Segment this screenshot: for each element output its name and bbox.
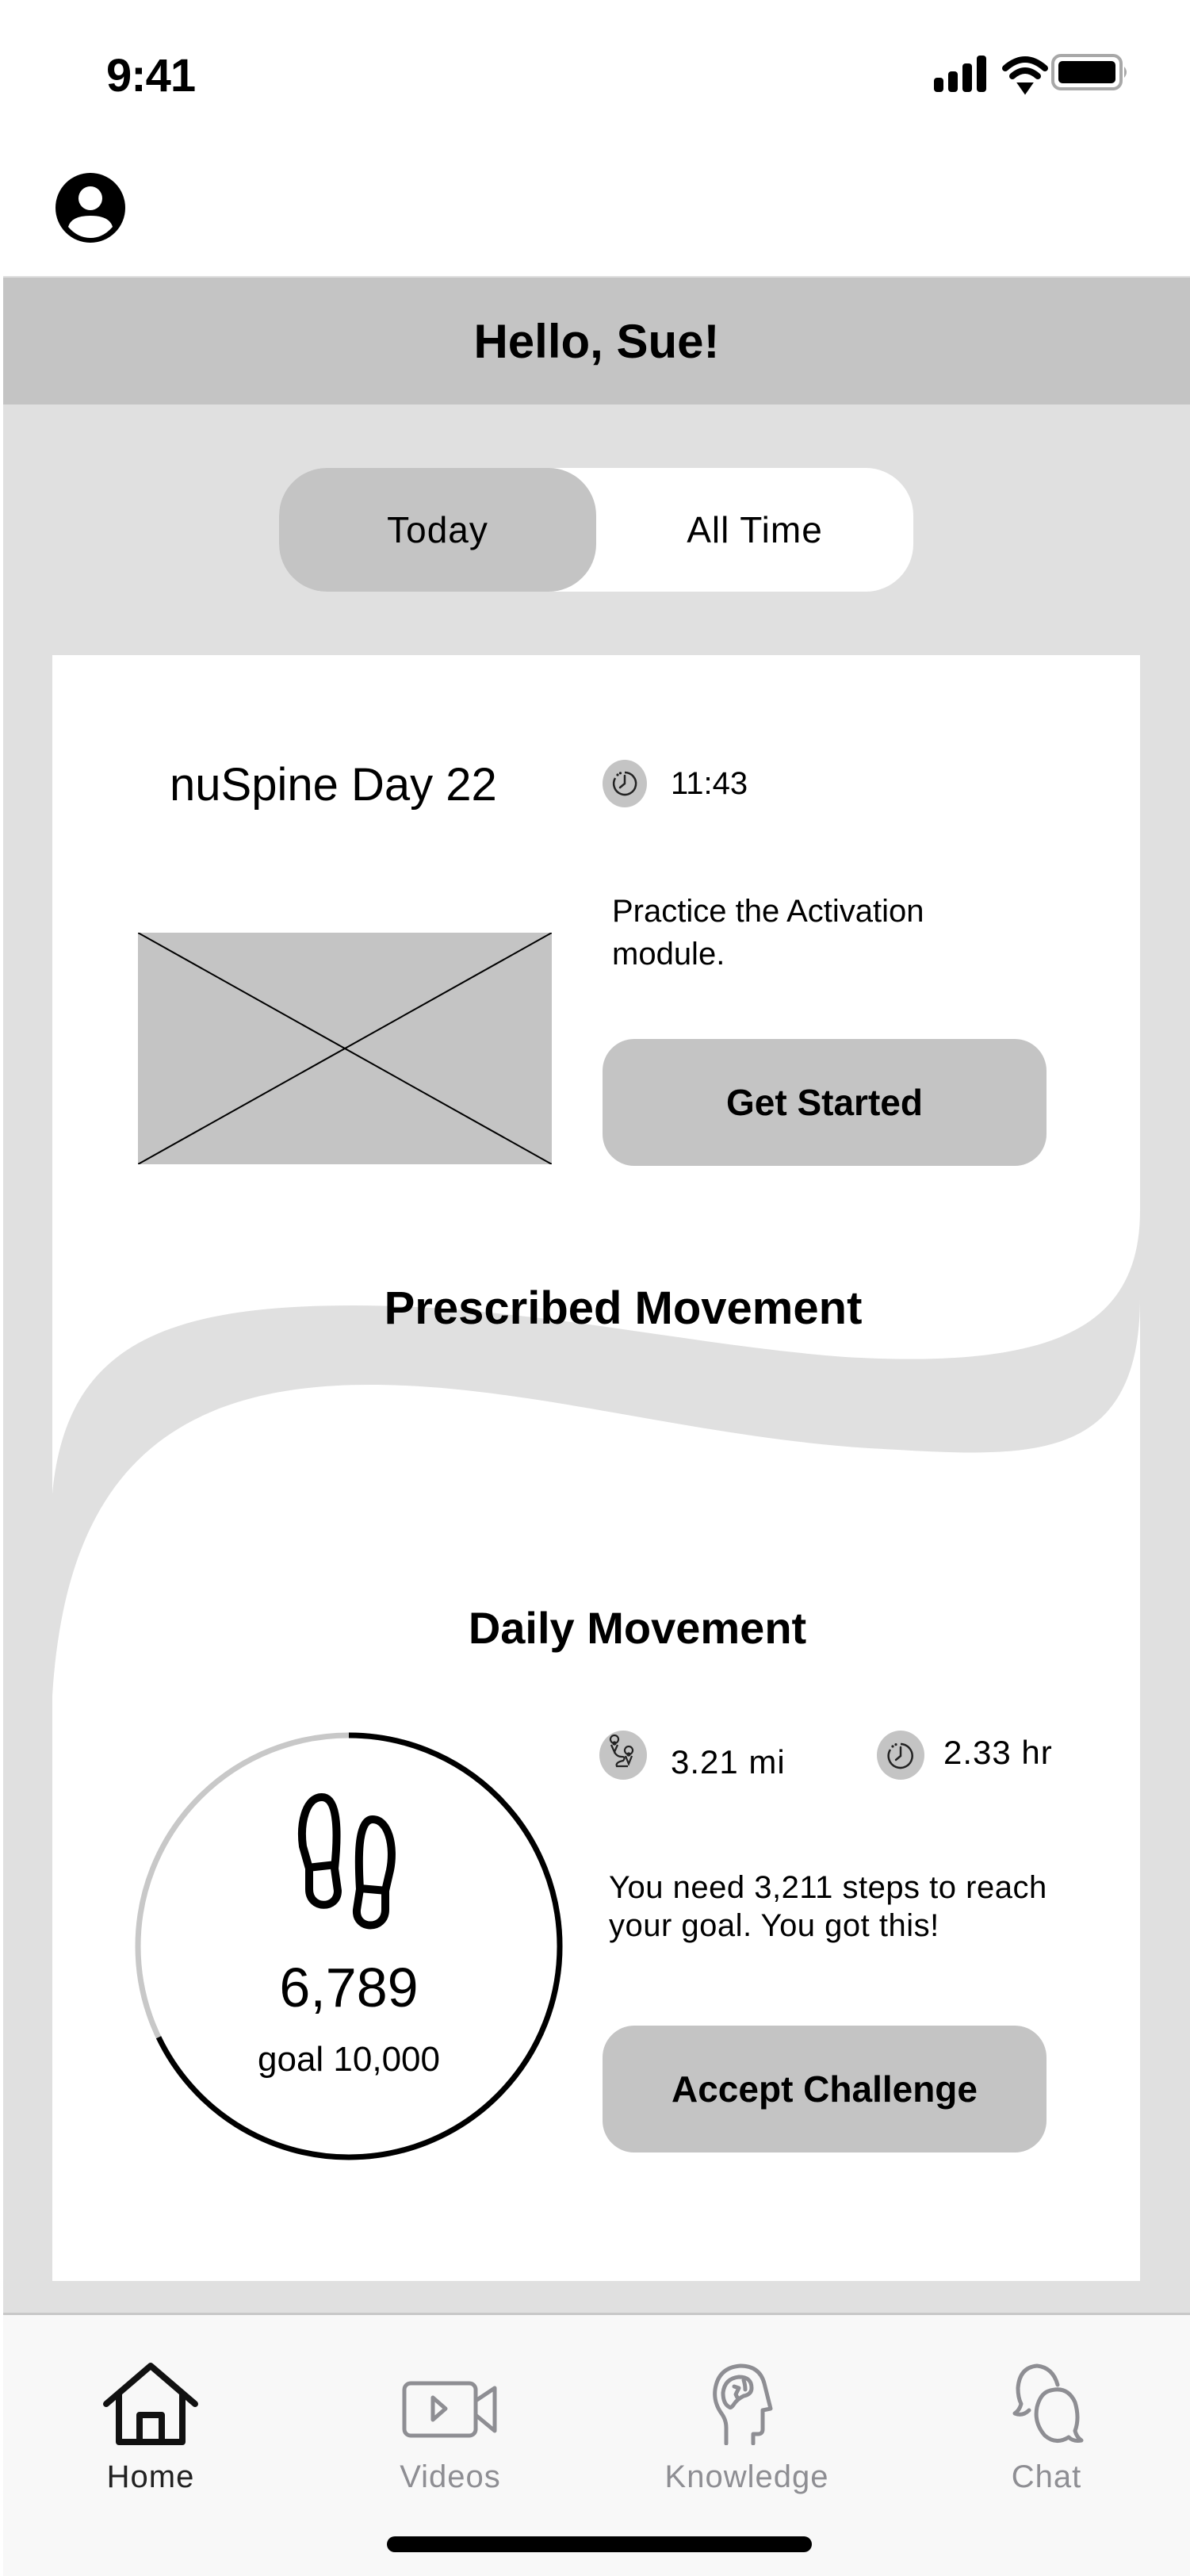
daily-movement-title: Daily Movement — [468, 1603, 807, 1653]
chat-bubbles-icon — [1012, 2363, 1084, 2443]
home-icon — [103, 2363, 198, 2445]
profile-avatar-button[interactable] — [55, 173, 125, 243]
video-camera-icon — [402, 2381, 497, 2438]
cellular-signal-icon — [934, 56, 986, 92]
brain-head-icon — [713, 2363, 773, 2445]
stopwatch-icon — [877, 1731, 924, 1780]
steps-remaining-message: You need 3,211 steps to reach your goal.… — [609, 1870, 1047, 1943]
greeting-title: Hello, Sue! — [473, 314, 720, 368]
time-range-segmented-control: Today All Time — [279, 468, 913, 592]
tab-knowledge[interactable]: Knowledge — [652, 2363, 842, 2521]
module-thumbnail-placeholder[interactable] — [137, 932, 553, 1165]
home-indicator — [387, 2536, 812, 2552]
greeting-header: Hello, Sue! — [3, 278, 1190, 404]
segment-all-time[interactable]: All Time — [596, 468, 913, 592]
prescribed-movement-title: Prescribed Movement — [384, 1282, 863, 1334]
tab-home-label: Home — [106, 2459, 195, 2494]
duration-value: 2.33 hr — [943, 1734, 1053, 1771]
tab-home[interactable]: Home — [55, 2363, 246, 2521]
dashboard-card: nuSpine Day 22 11:43 Practice the Activa… — [52, 655, 1140, 2281]
tab-chat-label: Chat — [1011, 2459, 1082, 2494]
route-icon — [599, 1731, 647, 1780]
status-time: 9:41 — [106, 50, 196, 102]
battery-icon — [1051, 54, 1127, 90]
footprints-icon — [290, 1791, 403, 1934]
steps-goal: goal 10,000 — [258, 2040, 440, 2079]
user-avatar-icon — [55, 173, 125, 243]
get-started-button[interactable]: Get Started — [603, 1039, 1047, 1166]
program-day-title: nuSpine Day 22 — [170, 759, 497, 811]
steps-count: 6,789 — [279, 1957, 419, 2018]
distance-value: 3.21 mi — [671, 1743, 786, 1781]
tab-videos-label: Videos — [400, 2459, 501, 2494]
stopwatch-icon — [603, 760, 647, 807]
segment-today[interactable]: Today — [279, 468, 596, 592]
program-timer-value: 11:43 — [671, 766, 748, 801]
tab-chat[interactable]: Chat — [951, 2363, 1142, 2521]
wifi-icon — [1002, 56, 1048, 95]
accept-challenge-button[interactable]: Accept Challenge — [603, 2026, 1047, 2152]
tab-videos[interactable]: Videos — [355, 2363, 545, 2521]
status-icons — [932, 52, 1162, 97]
tab-knowledge-label: Knowledge — [664, 2459, 829, 2494]
module-description: Practice the Activation module. — [612, 894, 924, 972]
